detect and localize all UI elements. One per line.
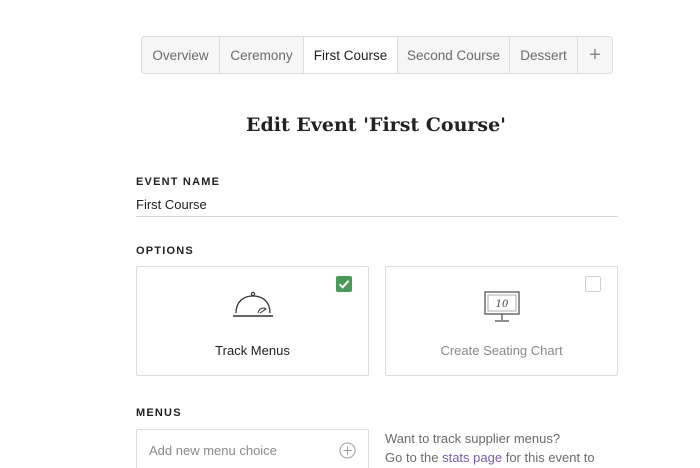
seating-chart-label: Create Seating Chart bbox=[440, 343, 563, 358]
menus-label: MENUS bbox=[136, 407, 182, 419]
tab-second-course[interactable]: Second Course bbox=[398, 37, 510, 73]
tab-overview[interactable]: Overview bbox=[142, 37, 220, 73]
help-suffix: for this event to bbox=[502, 450, 595, 465]
add-circle-icon[interactable] bbox=[339, 442, 356, 459]
page-title: Edit Event 'First Course' bbox=[245, 114, 507, 136]
seating-chart-card[interactable]: 10 Create Seating Chart bbox=[385, 266, 618, 376]
add-tab-button[interactable]: + bbox=[578, 37, 612, 73]
stats-page-link[interactable]: stats page bbox=[442, 450, 502, 465]
menus-help-text-2: Go to the stats page for this event to bbox=[385, 450, 595, 465]
track-menus-label: Track Menus bbox=[215, 343, 290, 358]
svg-text:10: 10 bbox=[495, 299, 508, 310]
track-menus-checkbox[interactable] bbox=[336, 276, 352, 292]
help-prefix: Go to the bbox=[385, 450, 443, 465]
event-name-input[interactable] bbox=[136, 193, 618, 217]
event-name-label: EVENT NAME bbox=[136, 176, 221, 188]
menus-help-text: Want to track supplier menus? bbox=[385, 431, 561, 446]
tab-first-course[interactable]: First Course bbox=[304, 37, 398, 73]
add-menu-field bbox=[136, 429, 369, 468]
cloche-icon bbox=[232, 291, 273, 317]
event-tabs: Overview Ceremony First Course Second Co… bbox=[141, 36, 613, 74]
checkmark-icon bbox=[338, 280, 350, 289]
seating-chart-checkbox[interactable] bbox=[585, 276, 601, 292]
add-menu-input[interactable] bbox=[149, 440, 334, 460]
track-menus-card[interactable]: Track Menus bbox=[136, 266, 369, 376]
table-number-icon: 10 bbox=[483, 291, 520, 322]
tab-dessert[interactable]: Dessert bbox=[510, 37, 578, 73]
options-label: OPTIONS bbox=[136, 245, 194, 257]
tab-ceremony[interactable]: Ceremony bbox=[220, 37, 304, 73]
